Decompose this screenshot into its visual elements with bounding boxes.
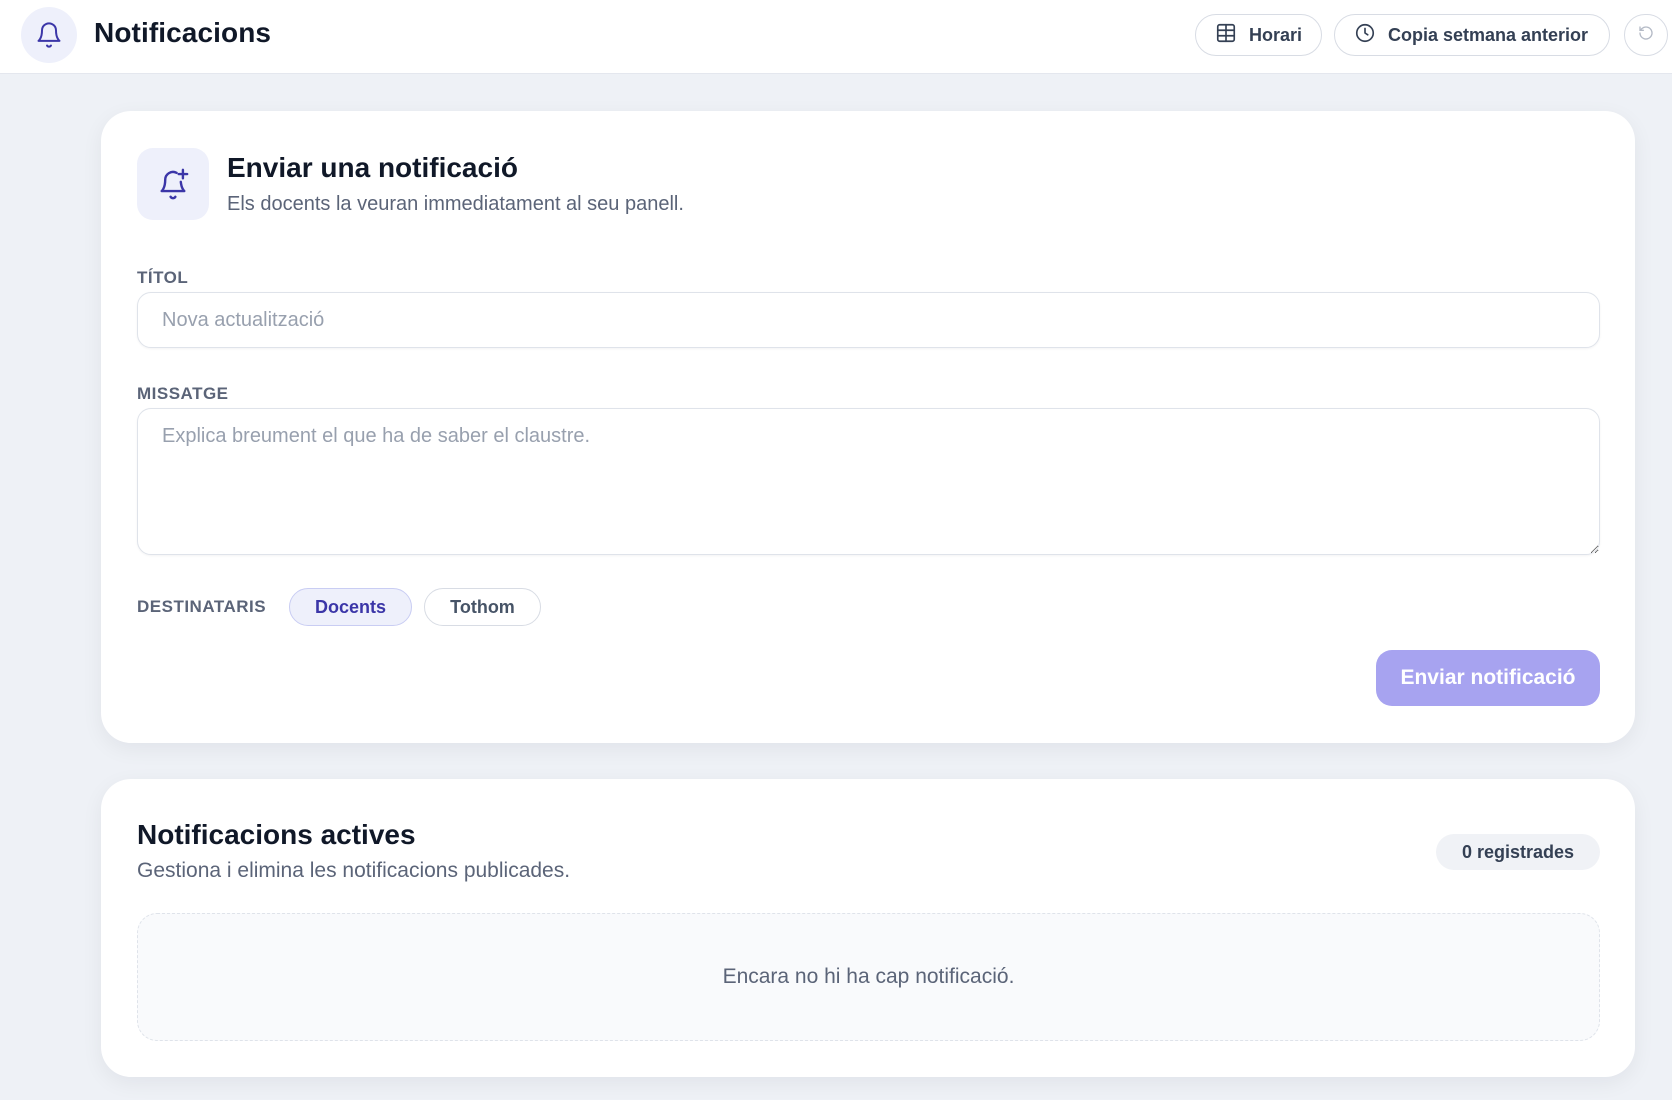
- empty-state: Encara no hi ha cap notificació.: [137, 913, 1600, 1041]
- top-header: Notificacions Horari Copia setmana anter…: [0, 0, 1672, 74]
- active-notifications-title: Notificacions actives: [137, 819, 416, 850]
- recipients-label: DESTINATARIS: [137, 597, 267, 616]
- undo-button[interactable]: [1624, 14, 1668, 56]
- registered-count-badge: 0 registrades: [1436, 834, 1600, 870]
- active-notifications-subtitle: Gestiona i elimina les notificacions pub…: [137, 859, 571, 882]
- undo-icon: [1638, 25, 1654, 46]
- clock-icon: [1354, 22, 1376, 49]
- title-field-label: TÍTOL: [137, 268, 189, 287]
- recipient-option-tothom[interactable]: Tothom: [424, 588, 541, 626]
- send-notification-card: Enviar una notificació Els docents la ve…: [101, 111, 1635, 743]
- bell-plus-icon: [137, 148, 209, 220]
- message-textarea[interactable]: [137, 408, 1600, 555]
- title-input[interactable]: [137, 292, 1600, 348]
- empty-state-message: Encara no hi ha cap notificació.: [722, 965, 1015, 988]
- active-notifications-card: Notificacions actives Gestiona i elimina…: [101, 779, 1635, 1077]
- recipient-option-docents[interactable]: Docents: [289, 588, 412, 626]
- page-title: Notificacions: [94, 17, 272, 48]
- send-notification-subtitle: Els docents la veuran immediatament al s…: [227, 193, 684, 215]
- schedule-button-label: Horari: [1249, 24, 1303, 45]
- copy-previous-week-label: Copia setmana anterior: [1388, 24, 1589, 45]
- schedule-button[interactable]: Horari: [1195, 14, 1322, 56]
- bell-icon: [21, 7, 77, 63]
- copy-previous-week-button[interactable]: Copia setmana anterior: [1334, 14, 1610, 56]
- grid-table-icon: [1215, 22, 1237, 49]
- send-notification-button[interactable]: Enviar notificació: [1376, 650, 1600, 706]
- send-notification-title: Enviar una notificació: [227, 152, 518, 183]
- message-field-label: MISSATGE: [137, 384, 229, 403]
